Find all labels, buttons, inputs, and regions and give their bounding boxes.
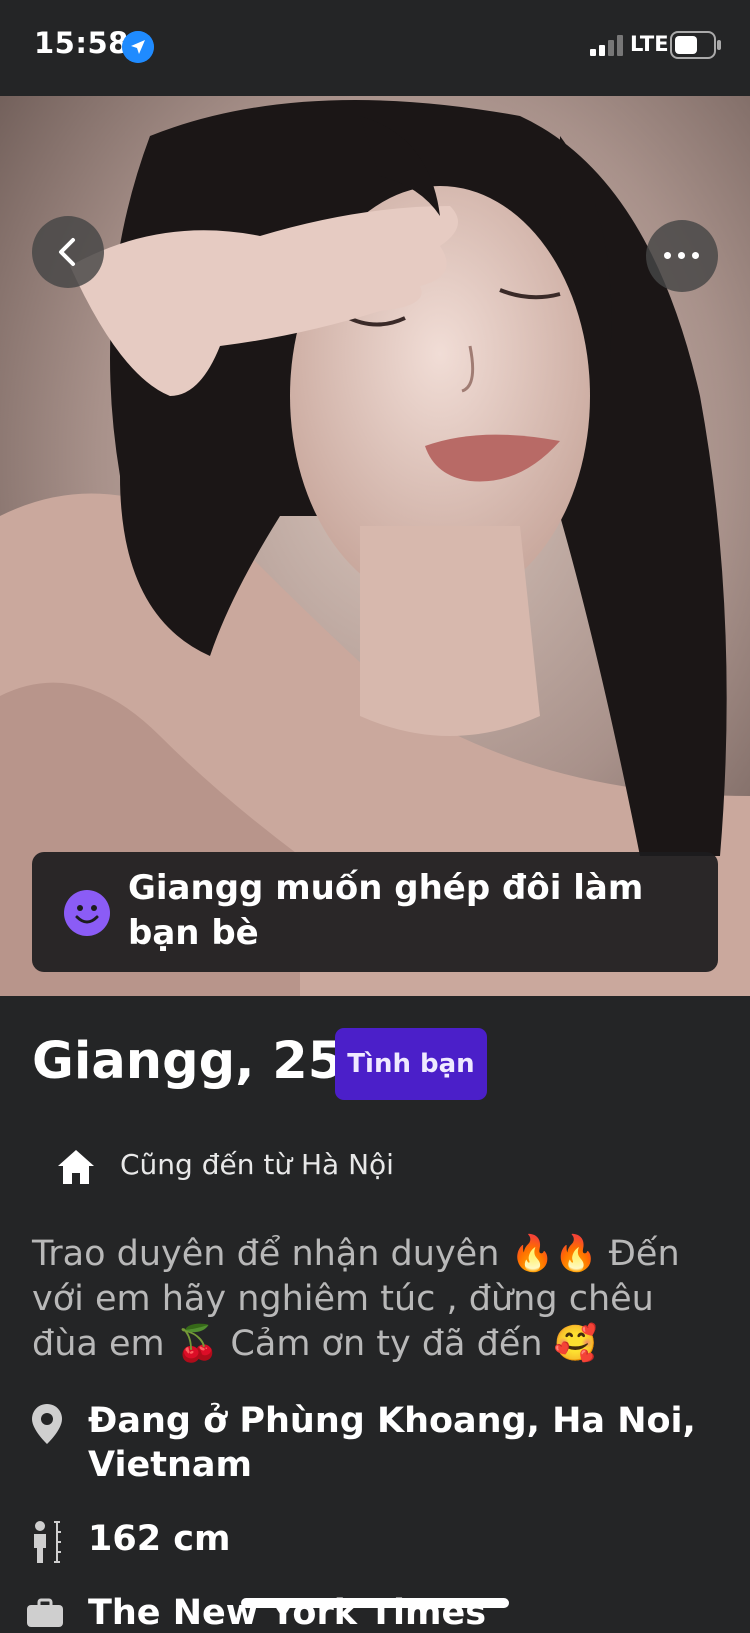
location-pin-icon bbox=[32, 1404, 62, 1444]
status-time: 15:58 bbox=[34, 26, 129, 60]
location-arrow-icon bbox=[122, 31, 154, 63]
hometown-text: Cũng đến từ Hà Nội bbox=[120, 1148, 394, 1181]
height-text: 162 cm bbox=[88, 1519, 231, 1559]
current-location: Đang ở Phùng Khoang, Ha Noi, Vietnam bbox=[88, 1401, 696, 1485]
height-icon bbox=[34, 1521, 61, 1563]
back-chevron-icon bbox=[59, 238, 75, 266]
home-icon bbox=[58, 1150, 94, 1184]
match-banner: Giangg muốn ghép đôi làm bạn bè bbox=[32, 852, 718, 972]
smile-icon bbox=[64, 890, 110, 936]
profile-name-age: Giangg, 25 bbox=[32, 1032, 344, 1091]
match-banner-text: Giangg muốn ghép đôi làm bạn bè bbox=[128, 868, 644, 953]
bio-text: Trao duyên để nhận duyên 🔥🔥 Đến với em h… bbox=[32, 1234, 680, 1364]
profile-photo[interactable]: Giangg muốn ghép đôi làm bạn bè bbox=[0, 96, 750, 996]
more-options-button[interactable] bbox=[646, 220, 718, 292]
intent-tag: Tình bạn bbox=[335, 1028, 487, 1100]
home-indicator[interactable] bbox=[241, 1598, 509, 1608]
status-bar: 15:58 LTE bbox=[0, 0, 750, 96]
network-type: LTE bbox=[630, 32, 669, 56]
signal-bars-icon bbox=[590, 35, 623, 56]
back-button[interactable] bbox=[32, 216, 104, 288]
battery-icon bbox=[670, 31, 721, 59]
